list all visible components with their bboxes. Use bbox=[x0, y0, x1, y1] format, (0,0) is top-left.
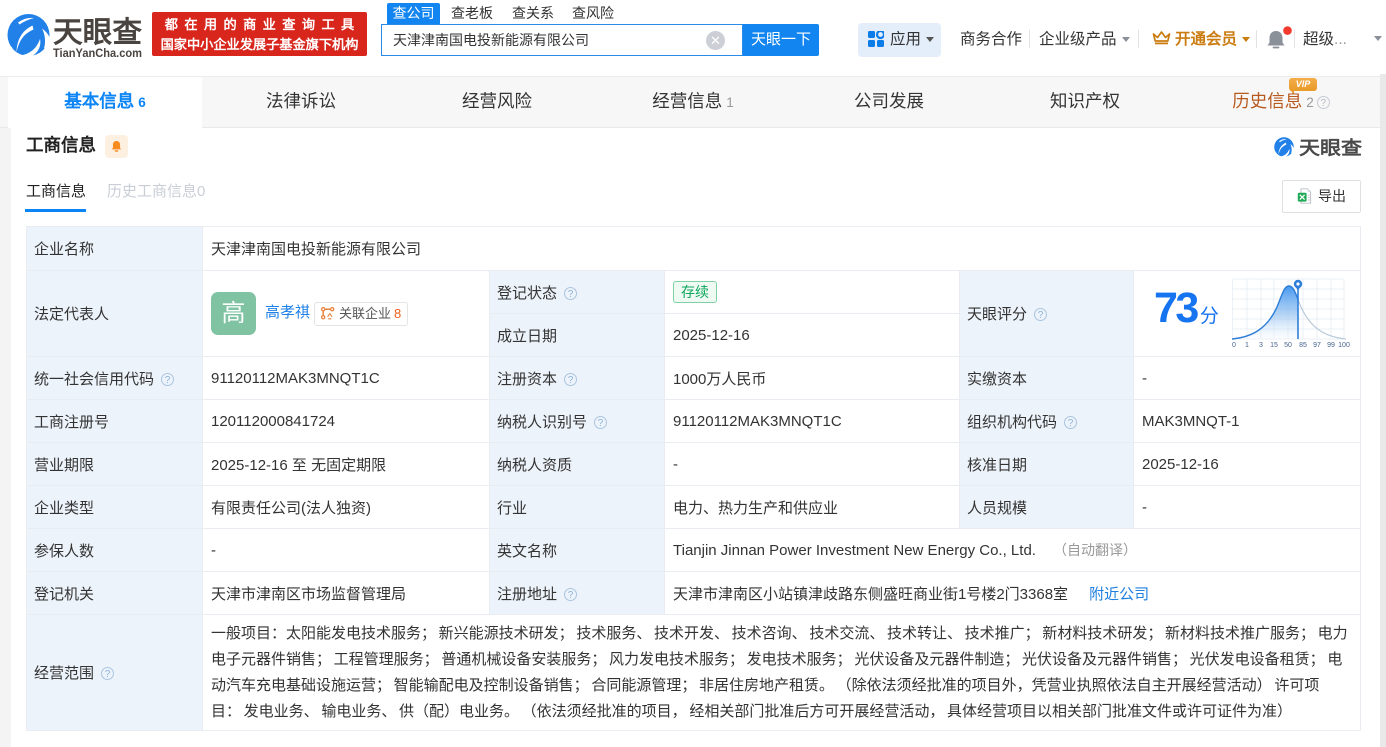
svg-text:天眼查: 天眼查 bbox=[1299, 138, 1363, 159]
svg-text:50: 50 bbox=[1284, 342, 1292, 347]
svg-text:0: 0 bbox=[1232, 342, 1236, 347]
svg-text:15: 15 bbox=[1270, 342, 1278, 347]
svg-text:1: 1 bbox=[1245, 342, 1249, 347]
svg-text:天眼查: 天眼查 bbox=[53, 16, 142, 49]
svg-text:100: 100 bbox=[1338, 342, 1350, 347]
svg-text:99: 99 bbox=[1327, 342, 1335, 347]
svg-text:97: 97 bbox=[1313, 342, 1321, 347]
svg-text:85: 85 bbox=[1299, 342, 1307, 347]
svg-text:3: 3 bbox=[1259, 342, 1263, 347]
svg-text:TianYanCha.com: TianYanCha.com bbox=[53, 48, 142, 60]
